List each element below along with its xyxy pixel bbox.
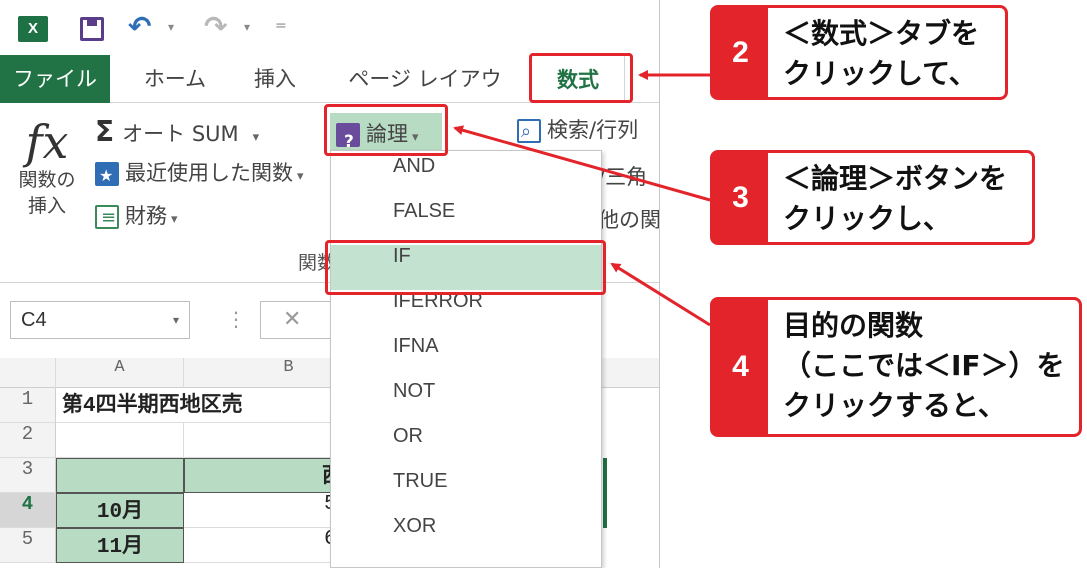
sigma-icon: Σ [95, 115, 115, 148]
callout-step-3-line-1: ＜論理＞ボタンを [783, 162, 1008, 195]
highlight-logical-button [324, 104, 448, 156]
callout-step-2: 2 ＜数式＞タブを クリックして、 [710, 5, 1008, 100]
step-number-3: 3 [713, 153, 768, 242]
active-cell-border [603, 458, 607, 528]
chevron-down-icon: ▾ [297, 169, 304, 184]
financial-button[interactable]: 財務 ▾ [95, 201, 178, 235]
menu-item-and[interactable]: AND [331, 155, 601, 200]
name-box-value: C4 [21, 309, 47, 331]
row-header-1[interactable]: 1 [0, 388, 56, 423]
star-icon [95, 161, 119, 191]
menu-item-xor[interactable]: XOR [331, 515, 601, 560]
highlight-if-item [325, 240, 606, 295]
autosum-label: オート SUM [122, 122, 239, 146]
menu-item-iferror[interactable]: IFERROR [331, 290, 601, 335]
callout-step-4-line-1: 目的の関数 [783, 309, 924, 342]
undo-dropdown-icon[interactable]: ▾ [168, 20, 174, 34]
redo-dropdown-icon[interactable]: ▾ [244, 20, 250, 34]
tab-page-layout[interactable]: ページ レイアウト [345, 55, 505, 139]
lookup-label: 検索/行列 [547, 118, 639, 142]
chevron-down-icon: ▾ [252, 130, 260, 145]
menu-item-or[interactable]: OR [331, 425, 601, 470]
menu-item-ifna[interactable]: IFNA [331, 335, 601, 380]
callout-step-3-line-2: クリックし、 [783, 202, 952, 235]
math-trig-button-partial[interactable]: /三角 [598, 161, 647, 191]
callout-step-2-line-1: ＜数式＞タブを [783, 17, 980, 50]
callout-step-4: 4 目的の関数 （ここでは＜IF＞）を クリックすると、 [710, 297, 1082, 437]
redo-icon[interactable]: ↷ [204, 10, 227, 43]
lookup-icon [517, 117, 541, 147]
fx-icon: fx [25, 115, 69, 169]
cell-a5[interactable]: 11月 [56, 528, 184, 563]
insert-function-label-1: 関数の [18, 169, 76, 191]
menu-item-false[interactable]: FALSE [331, 200, 601, 245]
select-all-corner[interactable] [0, 358, 56, 388]
financial-label: 財務 [125, 204, 167, 228]
financial-icon [95, 203, 119, 233]
callout-step-2-line-2: クリックして、 [783, 57, 977, 90]
save-icon[interactable] [80, 17, 104, 41]
insert-function-button[interactable]: fx 関数の 挿入 [12, 117, 82, 237]
quick-access-toolbar: X ↶ ▾ ↷ ▾ = [0, 0, 659, 55]
callout-step-4-line-3: クリックすると、 [783, 389, 1006, 422]
formula-bar-separator: ⋮ [226, 307, 246, 331]
column-header-a[interactable]: A [56, 358, 184, 388]
callout-step-4-line-2: （ここでは＜IF＞）を [783, 349, 1065, 382]
row-header-3[interactable]: 3 [0, 458, 56, 493]
row-header-4[interactable]: 4 [0, 493, 56, 528]
chevron-down-icon[interactable]: ▾ [173, 302, 179, 338]
callout-step-3-text: ＜論理＞ボタンを クリックし、 [783, 159, 1024, 239]
undo-icon[interactable]: ↶ [128, 10, 151, 43]
autosum-button[interactable]: Σ オート SUM ▾ [95, 115, 259, 153]
row-header-2[interactable]: 2 [0, 423, 56, 458]
logical-functions-menu: AND FALSE IF IFERROR IFNA NOT OR TRUE XO… [330, 150, 602, 568]
tab-file[interactable]: ファイル [0, 55, 110, 103]
highlight-formulas-tab [529, 53, 633, 103]
step-number-4: 4 [713, 300, 768, 434]
callout-step-2-text: ＜数式＞タブを クリックして、 [783, 14, 997, 94]
lookup-reference-button[interactable]: 検索/行列 [517, 115, 639, 147]
callout-step-3: 3 ＜論理＞ボタンを クリックし、 [710, 150, 1035, 245]
menu-item-not[interactable]: NOT [331, 380, 601, 425]
chevron-down-icon: ▾ [171, 212, 178, 227]
cancel-icon[interactable]: ✕ [260, 301, 340, 339]
cell-a3[interactable] [56, 458, 184, 493]
more-functions-button-partial[interactable]: 他の関数 [598, 204, 659, 234]
insert-function-label-2: 挿入 [27, 195, 66, 217]
menu-item-true[interactable]: TRUE [331, 470, 601, 515]
tab-insert[interactable]: 挿入 [240, 55, 310, 103]
row-header-5[interactable]: 5 [0, 528, 56, 563]
step-number-2: 2 [713, 8, 768, 97]
callout-step-4-text: 目的の関数 （ここでは＜IF＞）を クリックすると、 [783, 306, 1071, 426]
recent-functions-button[interactable]: 最近使用した関数 ▾ [95, 158, 304, 192]
recent-functions-label: 最近使用した関数 [125, 161, 293, 185]
cell-a4[interactable]: 10月 [56, 493, 184, 528]
name-box[interactable]: C4 ▾ [10, 301, 190, 339]
cell-a2[interactable] [56, 423, 184, 458]
customize-toolbar-icon[interactable]: = [275, 18, 287, 34]
excel-icon: X [18, 16, 48, 42]
tab-home[interactable]: ホーム [135, 55, 215, 103]
